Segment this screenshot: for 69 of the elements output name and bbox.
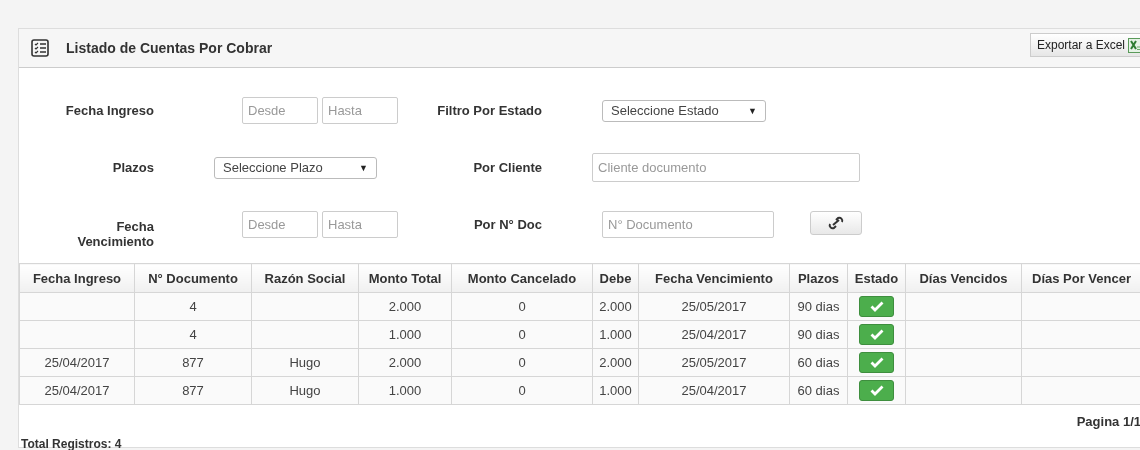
table-cell: 2.000 xyxy=(599,299,632,314)
table-cell: 1.000 xyxy=(388,327,422,342)
clear-button[interactable] xyxy=(810,211,862,235)
status-button[interactable] xyxy=(859,324,894,345)
date-from-field[interactable]: Desde xyxy=(242,211,318,238)
table-cell: 90 dias xyxy=(797,299,840,314)
client-field[interactable]: Cliente documento xyxy=(592,153,860,182)
column-header: Fecha Ingreso xyxy=(19,263,135,293)
filter-label: Fecha Vencimiento xyxy=(76,218,154,249)
spreadsheet-icon xyxy=(1128,37,1140,53)
column-header: Estado xyxy=(847,263,906,293)
status-button[interactable] xyxy=(859,296,894,317)
status-button[interactable] xyxy=(859,352,894,373)
column-header: Días Vencidos xyxy=(905,263,1022,293)
check-icon xyxy=(869,329,884,340)
status-button[interactable] xyxy=(859,380,894,401)
table-cell: 1.000 xyxy=(388,383,422,398)
date-to-field[interactable]: Hasta xyxy=(322,97,398,124)
table-cell: 0 xyxy=(518,299,526,314)
table-cell: 60 dias xyxy=(797,383,840,398)
table-cell: 25/04/2017 xyxy=(681,327,747,342)
table-cell: 0 xyxy=(518,327,526,342)
table-cell: 90 dias xyxy=(797,327,840,342)
total-records: Total Registros: 4 xyxy=(21,437,122,450)
filter-label: Fecha Ingreso xyxy=(64,103,154,118)
table-cell: 2.000 xyxy=(388,299,422,314)
filter-label: Por N° Doc xyxy=(472,217,542,232)
filter-label: Filtro Por Estado xyxy=(436,103,542,118)
export-excel-button[interactable]: Exportar a Excel xyxy=(1029,33,1140,57)
table-cell: 25/04/2017 xyxy=(44,355,110,370)
table-cell: 877 xyxy=(182,355,204,370)
table-cell: 1.000 xyxy=(599,327,632,342)
table-cell: 0 xyxy=(518,383,526,398)
column-header: Fecha Vencimiento xyxy=(638,263,790,293)
table-cell: 25/04/2017 xyxy=(44,383,110,398)
table-cell: 60 dias xyxy=(797,355,840,370)
checklist-icon xyxy=(31,39,49,57)
table-cell: Hugo xyxy=(289,355,321,370)
table-cell: 25/05/2017 xyxy=(681,355,747,370)
status-dropdown[interactable]: Seleccione Estado ▼ xyxy=(602,99,766,122)
table-cell: 2.000 xyxy=(599,355,632,370)
filter-label: Plazos xyxy=(111,160,154,175)
table-cell: 4 xyxy=(189,299,197,314)
column-header: Debe xyxy=(592,263,639,293)
table-cell: 0 xyxy=(518,355,526,370)
table-cell: Hugo xyxy=(289,383,321,398)
column-header: Monto Total xyxy=(358,263,452,293)
pagination-label: Pagina 1/1 xyxy=(1076,414,1140,429)
check-icon xyxy=(869,301,884,312)
column-header: Monto Cancelado xyxy=(451,263,593,293)
table-cell: 25/05/2017 xyxy=(681,299,747,314)
column-header: N° Documento xyxy=(134,263,252,293)
table-cell: 877 xyxy=(182,383,204,398)
date-to-field[interactable]: Hasta xyxy=(322,211,398,238)
document-number-field[interactable]: N° Documento xyxy=(602,211,774,238)
table-cell: 1.000 xyxy=(599,383,632,398)
table-cell: 25/04/2017 xyxy=(681,383,747,398)
broken-link-icon xyxy=(827,215,845,231)
table-cell: 2.000 xyxy=(388,355,422,370)
check-icon xyxy=(869,385,884,396)
column-header: Plazos xyxy=(789,263,848,293)
date-from-field[interactable]: Desde xyxy=(242,97,318,124)
panel-title: Listado de Cuentas Por Cobrar xyxy=(66,40,273,56)
filter-label: Por Cliente xyxy=(472,160,542,175)
column-header: Días Por Vencer xyxy=(1021,263,1140,293)
column-header: Razón Social xyxy=(251,263,359,293)
term-dropdown[interactable]: Seleccione Plazo ▼ xyxy=(214,156,377,179)
check-icon xyxy=(869,357,884,368)
table-cell: 4 xyxy=(189,327,197,342)
